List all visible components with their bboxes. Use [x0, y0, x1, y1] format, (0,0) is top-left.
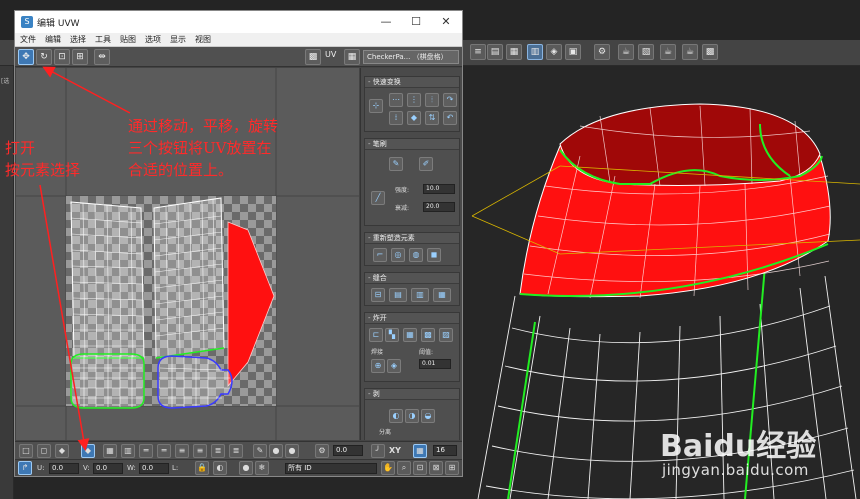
- watermark-logo: Baidu经验: [660, 429, 817, 464]
- annotation-move-hint-1: 通过移动，平移，旋转: [128, 117, 279, 135]
- watermark-url: jingyan.baidu.com: [662, 461, 809, 479]
- annotation-open-hint-1: 打开: [5, 139, 36, 157]
- annotation-move-hint-3: 合适的位置上。: [128, 161, 234, 179]
- annotation-open-hint-2: 按元素选择: [5, 161, 81, 179]
- baidu-watermark: Baidu经验 jingyan.baidu.com: [660, 405, 850, 495]
- annotation-move-hint-2: 三个按钮将UV放置在: [128, 139, 272, 157]
